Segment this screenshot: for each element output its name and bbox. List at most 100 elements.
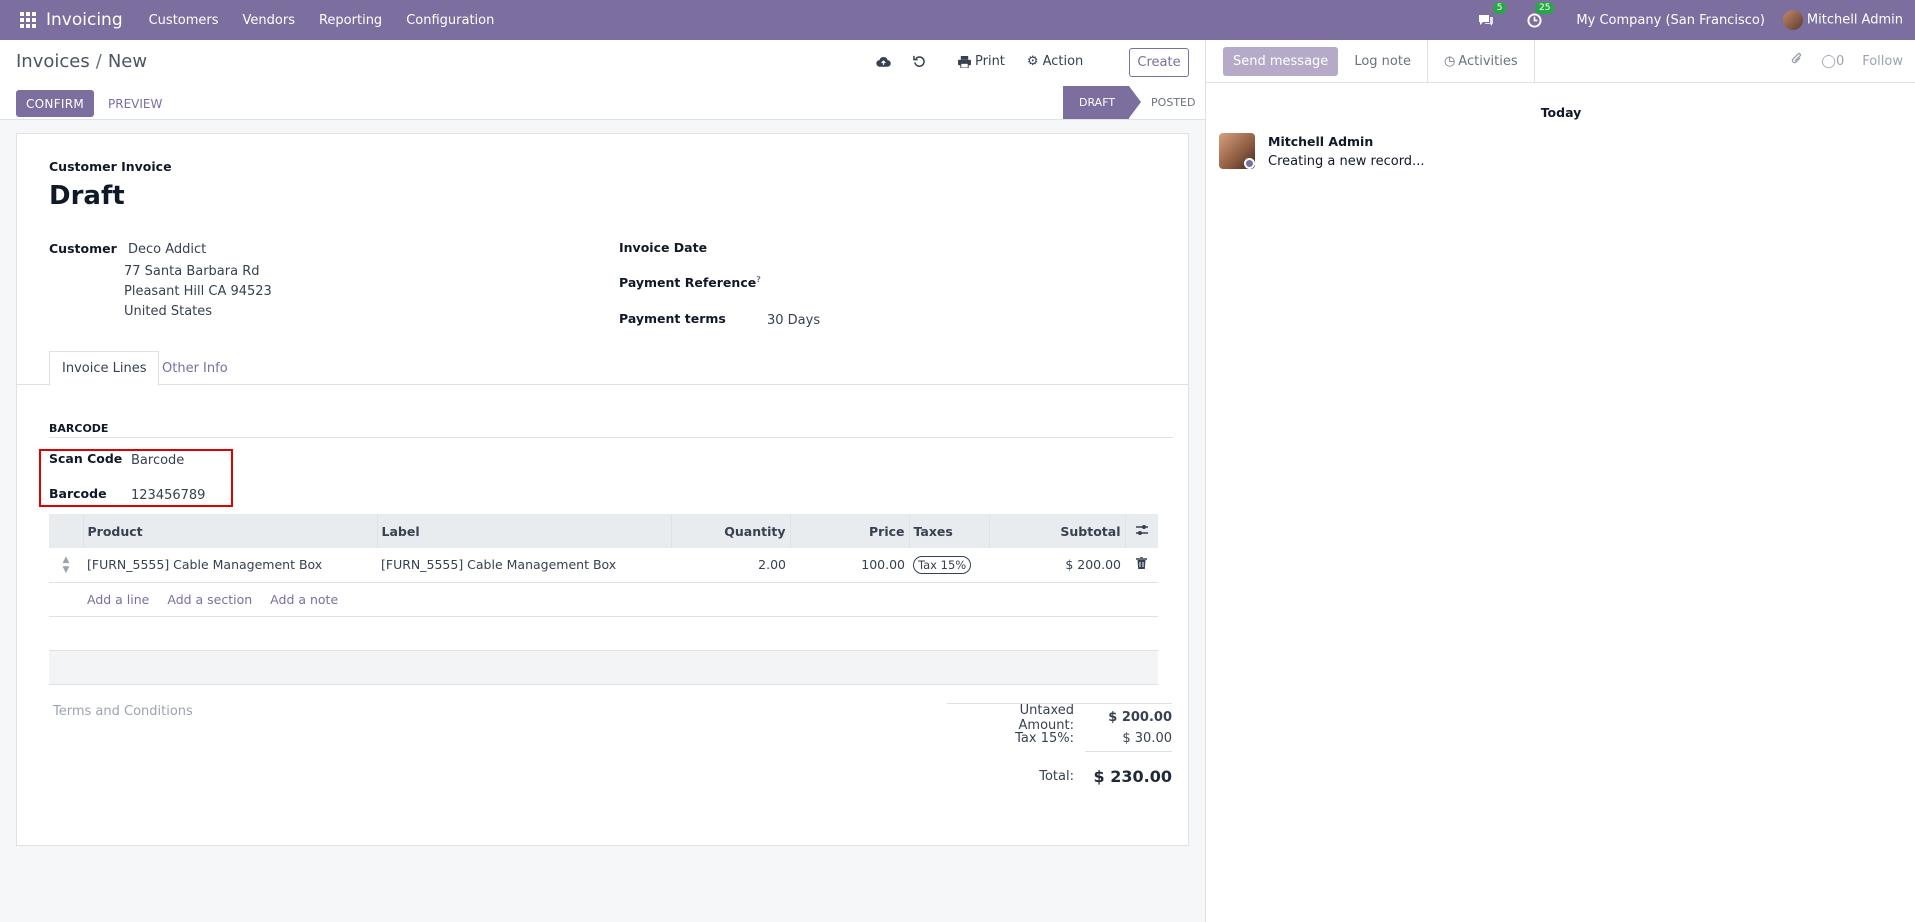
invoice-name: Draft	[49, 181, 125, 211]
follow-button[interactable]: Follow	[1862, 54, 1903, 69]
paperclip-icon[interactable]	[1791, 52, 1803, 70]
payment-terms-field[interactable]: 30 Days	[767, 313, 820, 328]
address-line-1: 77 Santa Barbara Rd	[124, 264, 260, 279]
company-switcher[interactable]: My Company (San Francisco)	[1576, 13, 1764, 28]
breadcrumb-separator: /	[95, 51, 102, 72]
add-note-link[interactable]: Add a note	[270, 592, 338, 607]
cell-taxes[interactable]: Tax 15%	[909, 548, 989, 583]
invoice-date-label: Invoice Date	[619, 240, 708, 255]
cell-label[interactable]: [FURN_5555] Cable Management Box	[377, 548, 671, 583]
confirm-button[interactable]: CONFIRM	[16, 90, 95, 117]
terms-conditions-input[interactable]: Terms and Conditions	[53, 704, 193, 719]
payment-reference-text: Payment Reference	[619, 275, 757, 291]
activities-badge: 25	[1534, 2, 1555, 14]
app-name[interactable]: Invoicing	[46, 10, 123, 30]
drag-handle-icon[interactable]: ▲ ▼	[49, 548, 83, 583]
menu-reporting[interactable]: Reporting	[307, 13, 394, 28]
activities-clock-icon[interactable]: 25	[1524, 2, 1555, 30]
notebook-tabs: Invoice Lines Other Info	[17, 351, 1188, 386]
col-quantity[interactable]: Quantity	[671, 514, 791, 548]
scan-code-label: Scan Code	[49, 451, 123, 466]
apps-menu-icon[interactable]	[16, 8, 40, 32]
scan-code-field[interactable]: Barcode	[131, 453, 184, 468]
discard-undo-icon[interactable]	[913, 55, 926, 68]
send-message-button[interactable]: Send message	[1223, 46, 1339, 76]
col-subtotal[interactable]: Subtotal	[989, 514, 1126, 548]
add-line-link[interactable]: Add a line	[87, 592, 149, 607]
section-divider	[49, 437, 1173, 438]
online-status-icon	[1244, 158, 1255, 169]
breadcrumb-current: New	[107, 51, 148, 72]
followers-count: 0	[1835, 53, 1845, 69]
chatter-panel: Send message Log note ◷ Activities ◯0 Fo…	[1205, 39, 1915, 922]
control-panel: Invoices / New Print ⚙ Action Create CONFI…	[0, 40, 1205, 120]
col-price[interactable]: Price	[790, 514, 910, 548]
clock-icon: ◷	[1443, 53, 1456, 69]
invoice-lines-table: Product Label Quantity Price Taxes Subto…	[49, 514, 1158, 685]
barcode-field[interactable]: 123456789	[131, 488, 205, 503]
messages-icon[interactable]: 5	[1476, 2, 1507, 30]
tax-tag: Tax 15%	[913, 556, 972, 575]
trash-icon[interactable]	[1125, 548, 1158, 583]
optional-columns-icon[interactable]	[1125, 514, 1158, 548]
add-section-link[interactable]: Add a section	[167, 592, 252, 607]
customer-label: Customer	[49, 241, 117, 256]
user-name: Mitchell Admin	[1806, 12, 1903, 28]
day-separator: Today	[1540, 105, 1582, 120]
followers-button[interactable]: ◯0	[1821, 54, 1844, 69]
payment-terms-label: Payment terms	[619, 311, 726, 326]
barcode-section-title: BARCODE	[49, 422, 109, 435]
cell-price[interactable]: 100.00	[790, 548, 909, 583]
activities-button[interactable]: ◷ Activities	[1428, 39, 1535, 83]
payment-reference-field[interactable]	[767, 269, 1167, 293]
breadcrumb: Invoices / New	[16, 51, 147, 72]
breadcrumb-invoices[interactable]: Invoices	[16, 51, 90, 72]
save-cloud-icon[interactable]	[876, 56, 891, 68]
tab-other-info[interactable]: Other Info	[150, 351, 240, 386]
print-icon	[958, 55, 971, 68]
menu-customers[interactable]: Customers	[137, 13, 231, 28]
create-button[interactable]: Create	[1129, 48, 1189, 77]
stage-posted[interactable]: POSTED	[1129, 86, 1209, 119]
top-navbar: Invoicing Customers Vendors Reporting Co…	[0, 0, 1915, 40]
action-label: Action	[1042, 54, 1084, 69]
preview-button[interactable]: PREVIEW	[108, 90, 162, 117]
handle-column	[49, 514, 84, 548]
stage-draft[interactable]: DRAFT	[1063, 86, 1142, 119]
address-line-2: Pleasant Hill CA 94523	[124, 284, 272, 299]
person-icon: ◯	[1821, 53, 1836, 69]
activities-label: Activities	[1458, 53, 1518, 69]
chatter-topbar: Send message Log note ◷ Activities ◯0 Fo…	[1206, 39, 1915, 83]
address-line-3: United States	[124, 304, 213, 319]
untaxed-label: Untaxed Amount:	[1018, 702, 1074, 733]
total-label: Total:	[1039, 769, 1074, 784]
user-menu[interactable]: Mitchell Admin	[1782, 10, 1903, 30]
action-button[interactable]: ⚙ Action	[1027, 54, 1083, 69]
help-tooltip-icon[interactable]: ?	[756, 275, 761, 284]
print-button[interactable]: Print	[958, 54, 1005, 69]
table-row[interactable]: ▲ ▼ [FURN_5555] Cable Management Box [FUR…	[49, 548, 1158, 583]
col-label[interactable]: Label	[377, 514, 672, 548]
cell-quantity[interactable]: 2.00	[671, 548, 790, 583]
col-product[interactable]: Product	[83, 514, 378, 548]
invoice-date-field[interactable]	[767, 234, 1167, 258]
menu-configuration[interactable]: Configuration	[394, 13, 506, 28]
tax-value: $ 30.00	[1122, 731, 1172, 746]
gear-icon: ⚙	[1026, 54, 1039, 69]
invoice-type: Customer Invoice	[49, 159, 172, 174]
message-author[interactable]: Mitchell Admin	[1268, 134, 1373, 149]
add-row: Add a line Add a section Add a note	[49, 582, 1158, 617]
table-footer-row	[49, 650, 1158, 685]
log-note-button[interactable]: Log note	[1338, 39, 1428, 83]
customer-field[interactable]: Deco Addict	[128, 242, 206, 257]
status-bar: DRAFT POSTED	[1063, 86, 1209, 119]
barcode-label: Barcode	[49, 486, 107, 501]
message-body: Creating a new record...	[1268, 154, 1425, 169]
col-taxes[interactable]: Taxes	[909, 514, 990, 548]
user-avatar	[1782, 10, 1803, 30]
payment-reference-label: Payment Reference?	[619, 275, 761, 290]
empty-row	[49, 616, 1158, 651]
menu-vendors[interactable]: Vendors	[231, 13, 307, 28]
cell-product[interactable]: [FURN_5555] Cable Management Box	[83, 548, 377, 583]
tab-invoice-lines[interactable]: Invoice Lines	[49, 351, 160, 386]
